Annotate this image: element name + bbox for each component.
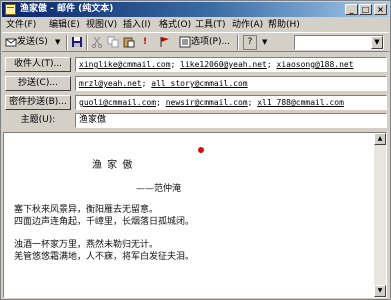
menu-insert[interactable]: 插入(I) [123,18,151,32]
message-body[interactable]: 渔 家 傲 ——范仲淹 塞下秋来风景异，衡阳雁去无留意。 四面边声连角起，千嶂里… [3,132,387,298]
flag-icon [159,36,171,48]
to-button[interactable]: 收件人(T)... [5,57,71,72]
send-icon [5,36,17,48]
toolbar: 发送(S) ▼ ! 选项(P)... ? ▼ ▼ [2,32,389,52]
toolbar-separator [66,35,68,50]
options-icon [179,36,191,48]
vertical-scrollbar[interactable]: ▲ ▼ [374,133,386,297]
bcc-address: xl1_788@cmmail.com [257,98,344,107]
save-button[interactable] [71,35,83,50]
cc-address: mrzl@yeah.net [79,79,142,88]
menu-edit[interactable]: 编辑(E) [49,18,80,32]
close-button[interactable]: × [374,4,387,15]
help-dropdown-icon[interactable]: ▼ [262,35,267,50]
format-combo[interactable]: ▼ [294,35,384,50]
menu-tools[interactable]: 工具(T) [195,18,226,32]
cc-field[interactable]: mrzl@yeah.net; all_story@cmmail.com [75,76,387,91]
options-label: 选项(P)... [191,37,231,47]
paste-icon [123,36,135,48]
send-label: 发送(S) [17,37,48,47]
to-address: xiaosong@188.net [276,60,354,69]
importance-high-icon[interactable]: ! [143,35,147,50]
send-button[interactable]: 发送(S) [5,35,48,50]
title-bar: 渔家傲 - 邮件 (纯文本) _ □ × [2,2,389,17]
mail-window: 渔家傲 - 邮件 (纯文本) _ □ × 文件(F) 编辑(E) 视图(V) 插… [0,0,391,300]
cut-button[interactable] [91,35,103,50]
poem-line: 羌管悠悠霜满地，人不寐，将军白发征夫泪。 [14,252,195,262]
options-button[interactable]: 选项(P)... [179,35,230,50]
paste-button[interactable] [123,35,135,50]
bcc-button[interactable]: 密件抄送(B)... [5,95,71,110]
menu-file[interactable]: 文件(F) [6,18,36,32]
poem-title: 渔 家 傲 [92,160,134,171]
to-address: like12060@yeah.net [180,60,267,69]
minimize-button[interactable]: _ [345,4,358,15]
menu-actions[interactable]: 动作(A) [232,18,263,32]
cut-icon [91,36,103,48]
bcc-address: newsir@cmmail.com [165,98,248,107]
bcc-field[interactable]: guoli@cmmail.com; newsir@cmmail.com; xl1… [75,95,387,110]
send-dropdown-icon[interactable]: ▼ [55,35,60,50]
menu-format[interactable]: 格式(O) [159,18,191,32]
chevron-down-icon[interactable]: ▼ [371,36,383,49]
scroll-up-icon[interactable]: ▲ [374,133,386,145]
subject-label: 主题(U): [20,115,56,125]
toolbar-separator [237,35,239,50]
menu-view[interactable]: 视图(V) [86,18,117,32]
bcc-address: guoli@cmmail.com [79,98,157,107]
menu-help[interactable]: 帮助(H) [268,18,300,32]
envelope-icon [5,4,16,15]
cc-address: all_story@cmmail.com [151,79,248,88]
copy-icon [107,36,119,48]
flag-button[interactable] [159,35,171,50]
red-dot-marker [198,147,204,153]
save-icon [71,36,83,48]
scroll-down-icon[interactable]: ▼ [374,285,386,297]
poem-author: ——范仲淹 [136,184,182,194]
to-field[interactable]: xinglike@cmmail.com; like12060@yeah.net;… [75,57,387,72]
poem-line: 四面边声连角起，千嶂里，长烟落日孤城闭。 [14,217,195,227]
cc-button[interactable]: 抄送(C)... [5,76,71,91]
to-address: xinglike@cmmail.com [79,60,171,69]
menu-bar: 文件(F) 编辑(E) 视图(V) 插入(I) 格式(O) 工具(T) 动作(A… [2,18,389,32]
window-title: 渔家傲 - 邮件 (纯文本) [20,4,114,14]
copy-button[interactable] [107,35,119,50]
maximize-button[interactable]: □ [359,4,372,15]
toolbar-separator [86,35,88,50]
help-button[interactable]: ? [243,35,257,50]
